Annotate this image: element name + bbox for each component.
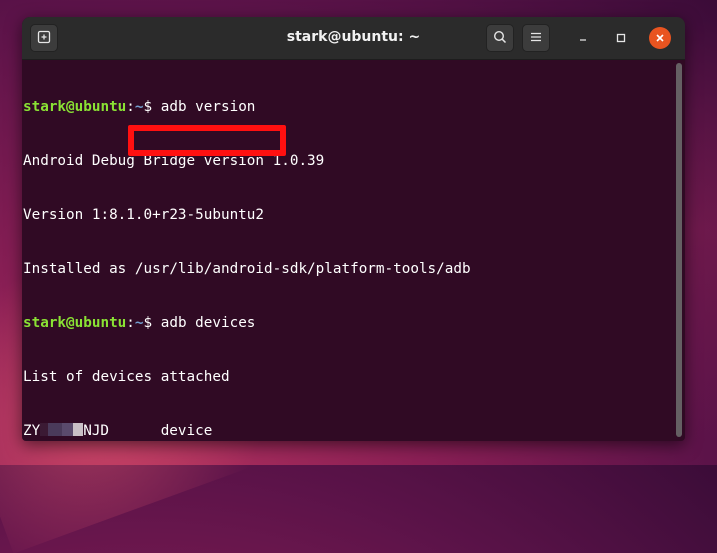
device-state: device xyxy=(160,423,213,439)
prompt-char: $ xyxy=(143,99,153,115)
title-bar[interactable]: stark@ubuntu: ~ xyxy=(22,17,685,60)
prompt-separator: : xyxy=(126,315,135,331)
prompt-char: $ xyxy=(143,315,153,331)
scrollbar[interactable] xyxy=(676,63,682,437)
terminal-output[interactable]: stark@ubuntu:~$ adb version Android Debu… xyxy=(22,60,671,441)
redacted-block xyxy=(62,423,74,436)
prompt-path: ~ xyxy=(134,99,144,115)
close-icon xyxy=(654,29,666,48)
command-text: adb version xyxy=(152,99,256,115)
maximize-button[interactable] xyxy=(610,27,632,49)
redacted-block xyxy=(73,423,84,436)
close-button[interactable] xyxy=(649,27,671,49)
prompt-user: stark@ubuntu xyxy=(23,315,127,331)
terminal-line: Installed as /usr/lib/android-sdk/platfo… xyxy=(23,261,471,277)
prompt-separator: : xyxy=(126,99,135,115)
device-row: ZY NJD device xyxy=(23,422,671,440)
terminal-line: List of devices attached xyxy=(23,369,230,385)
hamburger-menu-icon xyxy=(529,29,543,48)
terminal-line: Version 1:8.1.0+r23-5ubuntu2 xyxy=(23,207,265,223)
device-serial-prefix: ZY xyxy=(23,423,41,439)
minimize-icon xyxy=(577,29,589,48)
search-button[interactable] xyxy=(486,24,514,52)
terminal-window: stark@ubuntu: ~ stark@ubuntu:~$ adb vers… xyxy=(22,17,685,441)
highlight-box xyxy=(128,125,286,156)
command-text: adb devices xyxy=(152,315,256,331)
prompt-path: ~ xyxy=(134,315,144,331)
maximize-icon xyxy=(615,29,627,48)
device-serial-suffix: NJD xyxy=(83,423,110,439)
terminal-line: stark@ubuntu:~$ adb devices xyxy=(23,314,671,332)
menu-button[interactable] xyxy=(522,24,550,52)
terminal-line: stark@ubuntu:~$ adb version xyxy=(23,98,671,116)
redacted-block xyxy=(40,423,49,436)
prompt-user: stark@ubuntu xyxy=(23,99,127,115)
minimize-button[interactable] xyxy=(572,27,594,49)
search-icon xyxy=(493,29,507,48)
terminal-line: Android Debug Bridge version 1.0.39 xyxy=(23,153,325,169)
redacted-block xyxy=(48,423,63,436)
